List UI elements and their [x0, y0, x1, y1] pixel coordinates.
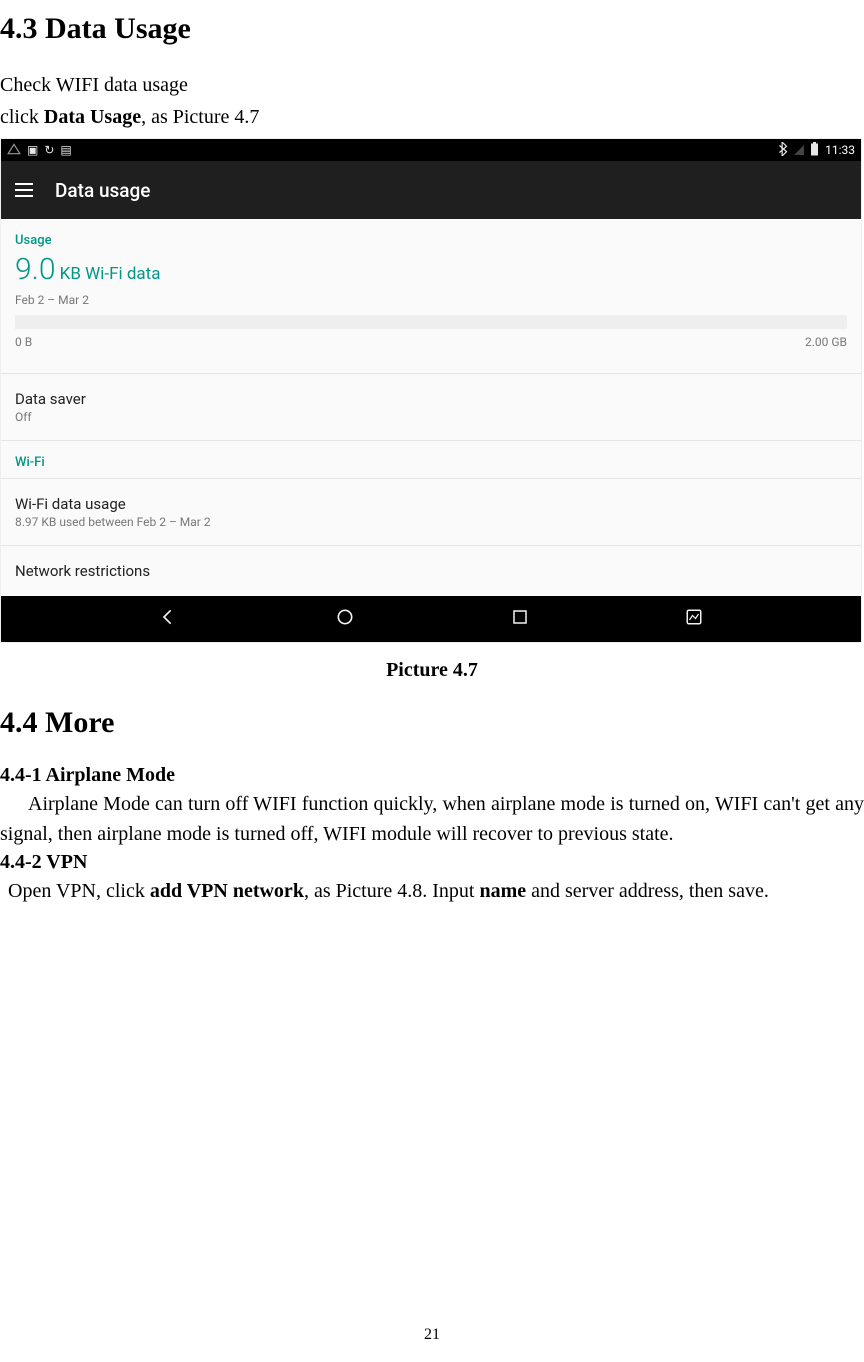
- nav-screenshot-icon[interactable]: [685, 608, 703, 630]
- row-wifi-data-usage[interactable]: Wi-Fi data usage 8.97 KB used between Fe…: [15, 479, 847, 545]
- app-bar: Data usage: [1, 161, 861, 219]
- heading-4-4-1: 4.4-1 Airplane Mode: [0, 764, 864, 787]
- intro-line-2: click Data Usage, as Picture 4.7: [0, 102, 864, 132]
- row-title: Wi-Fi data usage: [15, 495, 847, 513]
- status-icon: ▤: [60, 143, 71, 157]
- settings-content: Usage 9.0 KB Wi-Fi data Feb 2 – Mar 2 0 …: [1, 219, 861, 596]
- row-title: Network restrictions: [15, 562, 847, 580]
- status-icon: ↻: [44, 143, 54, 157]
- wifi-outline-icon: [794, 145, 804, 155]
- row-data-saver[interactable]: Data saver Off: [15, 374, 847, 440]
- app-bar-title: Data usage: [55, 179, 150, 202]
- text-bold: Data Usage: [44, 106, 141, 128]
- bluetooth-icon: [778, 142, 788, 159]
- nav-recent-icon[interactable]: [511, 608, 529, 630]
- text: and server address, then save.: [526, 880, 769, 902]
- row-subtitle: Off: [15, 410, 847, 424]
- text: , as Picture 4.7: [141, 106, 259, 128]
- page-number: 21: [0, 1326, 864, 1344]
- text: Airplane Mode can turn off WIFI function…: [0, 793, 864, 845]
- text: , as Picture 4.8. Input: [304, 880, 480, 902]
- text: click: [0, 106, 44, 128]
- usage-value: 9.0: [15, 252, 55, 287]
- status-icon: ▣: [27, 143, 38, 157]
- figure-caption: Picture 4.7: [0, 659, 864, 682]
- usage-progress-bar: [15, 315, 847, 329]
- usage-date-range: Feb 2 – Mar 2: [15, 293, 847, 307]
- nav-back-icon[interactable]: [159, 607, 179, 631]
- text: Open VPN, click: [8, 880, 150, 902]
- intro-line-1: Check WIFI data usage: [0, 70, 864, 100]
- status-bar: ▣ ↻ ▤ 11:33: [1, 139, 861, 161]
- heading-4-3: 4.3 Data Usage: [0, 12, 864, 46]
- status-time: 11:33: [825, 143, 855, 157]
- usage-min: 0 B: [15, 335, 32, 349]
- usage-header: Usage: [15, 233, 847, 248]
- row-title: Data saver: [15, 390, 847, 408]
- usage-amount: 9.0 KB Wi-Fi data: [15, 252, 847, 287]
- row-network-restrictions[interactable]: Network restrictions: [15, 546, 847, 590]
- nav-home-icon[interactable]: [335, 607, 355, 631]
- usage-bar-labels: 0 B 2.00 GB: [15, 335, 847, 349]
- battery-icon: [810, 142, 819, 159]
- row-subtitle: 8.97 KB used between Feb 2 – Mar 2: [15, 515, 847, 529]
- wifi-section-header: Wi-Fi: [15, 441, 847, 478]
- paragraph-vpn: Open VPN, click add VPN network, as Pict…: [8, 876, 864, 906]
- text-bold: name: [479, 880, 526, 902]
- status-icon: [7, 143, 21, 158]
- paragraph-airplane-mode: Airplane Mode can turn off WIFI function…: [0, 789, 864, 849]
- android-screenshot: ▣ ↻ ▤ 11:33 Data usage Usage 9.0: [0, 138, 862, 643]
- usage-unit: KB Wi-Fi data: [55, 264, 160, 284]
- text-bold: add VPN network: [150, 880, 304, 902]
- heading-4-4-2: 4.4-2 VPN: [0, 851, 864, 874]
- hamburger-icon[interactable]: [15, 183, 33, 197]
- usage-max: 2.00 GB: [805, 335, 847, 349]
- heading-4-4: 4.4 More: [0, 706, 864, 740]
- nav-bar: [1, 596, 861, 642]
